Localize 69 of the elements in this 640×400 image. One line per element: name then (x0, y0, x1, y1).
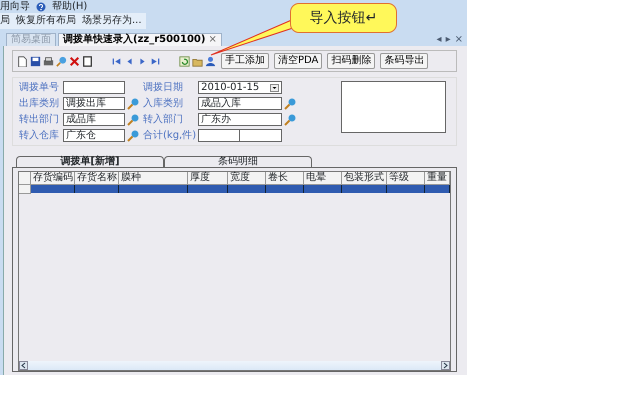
document-icon[interactable] (82, 56, 93, 66)
new-document-icon[interactable] (17, 56, 28, 66)
tab-scroll-control[interactable]: ◂ (436, 34, 442, 46)
toolbar-button[interactable]: 清空PDA (274, 53, 322, 69)
input-field[interactable]: 成品库 (63, 113, 125, 126)
tab[interactable]: 调拨单[新增] (16, 156, 164, 167)
field-label: 转入仓库 (19, 130, 60, 142)
tab-label: 简易桌面 (11, 34, 51, 46)
column-header: 膜种 (119, 172, 188, 185)
search-icon[interactable] (56, 56, 67, 66)
input-field[interactable]: 广东仓 (63, 129, 125, 142)
input-field[interactable] (63, 81, 125, 94)
tab[interactable]: 调拨单快速录入(zz_r500100) × (58, 33, 222, 46)
field-label: 转入部门 (143, 114, 184, 126)
memo-field[interactable] (341, 81, 446, 133)
field-label: 合计(kg,件) (143, 130, 196, 142)
column-header: 等级 (387, 172, 425, 185)
field-label: 入库类别 (143, 98, 184, 110)
save-icon[interactable] (30, 56, 41, 66)
column-header: 宽度 (228, 172, 266, 185)
column-header: 卷长 (266, 172, 304, 185)
horizontal-scrollbar[interactable] (19, 361, 450, 370)
menu-item[interactable]: 用向导 (0, 0, 30, 12)
input-field[interactable]: 调拨出库 (63, 97, 125, 110)
print-icon[interactable] (43, 56, 54, 66)
last-record-icon[interactable] (150, 56, 161, 66)
layout-menu-item[interactable]: 恢复所有布局 (16, 15, 76, 27)
search-icon[interactable] (284, 98, 296, 110)
input-field[interactable]: 广东办 (198, 113, 282, 126)
scroll-right-icon[interactable] (441, 361, 450, 370)
column-header: 存货名称 (75, 172, 119, 185)
layout-menu-item[interactable]: 局 (0, 15, 10, 27)
refresh-icon[interactable] (179, 56, 190, 66)
date-field[interactable]: 2010-01-15 (198, 81, 282, 94)
first-record-icon[interactable] (111, 56, 122, 66)
field-label: 出库类别 (19, 98, 60, 110)
tab-label: 调拨单快速录入(zz_r500100) (63, 34, 206, 46)
search-icon[interactable] (127, 98, 139, 110)
search-icon[interactable] (127, 130, 139, 142)
column-header: 包装形式 (342, 172, 387, 185)
close-button[interactable]: × (208, 34, 217, 46)
tab-scroll-control[interactable]: ▸ (446, 34, 451, 46)
tab[interactable]: 条码明细 (164, 156, 312, 167)
scroll-left-icon[interactable] (19, 361, 28, 370)
menu-item[interactable]: 帮助(H) (52, 0, 88, 12)
search-icon[interactable] (284, 114, 296, 126)
field-label: 转出部门 (19, 114, 60, 126)
layout-menu-item[interactable]: 场景另存为... (82, 15, 142, 27)
search-icon[interactable] (127, 114, 139, 126)
column-header: 厚度 (188, 172, 228, 185)
dropdown-icon[interactable] (270, 84, 280, 92)
table-row[interactable] (19, 185, 450, 194)
delete-icon[interactable] (69, 56, 80, 66)
toolbar-button[interactable]: 条码导出 (380, 53, 428, 69)
field-label: 调拨单号 (19, 82, 60, 94)
field-label: 调拨日期 (143, 82, 184, 94)
user-import-icon[interactable] (205, 56, 216, 66)
toolbar-button[interactable]: 扫码删除 (327, 53, 376, 69)
column-header: 存货编码 (31, 172, 75, 185)
input-field[interactable] (198, 129, 240, 142)
tab-scroll-control[interactable]: × (454, 34, 463, 46)
input-field[interactable]: 成品入库 (198, 97, 282, 110)
help-icon[interactable] (36, 2, 46, 12)
column-header: 电晕 (304, 172, 342, 185)
toolbar-button[interactable]: 手工添加 (221, 53, 269, 69)
date-value: 2010-01-15 (201, 82, 260, 92)
column-header: 重量 (425, 172, 450, 185)
callout: 导入按钮↵ (290, 3, 397, 33)
input-field[interactable] (240, 129, 282, 142)
